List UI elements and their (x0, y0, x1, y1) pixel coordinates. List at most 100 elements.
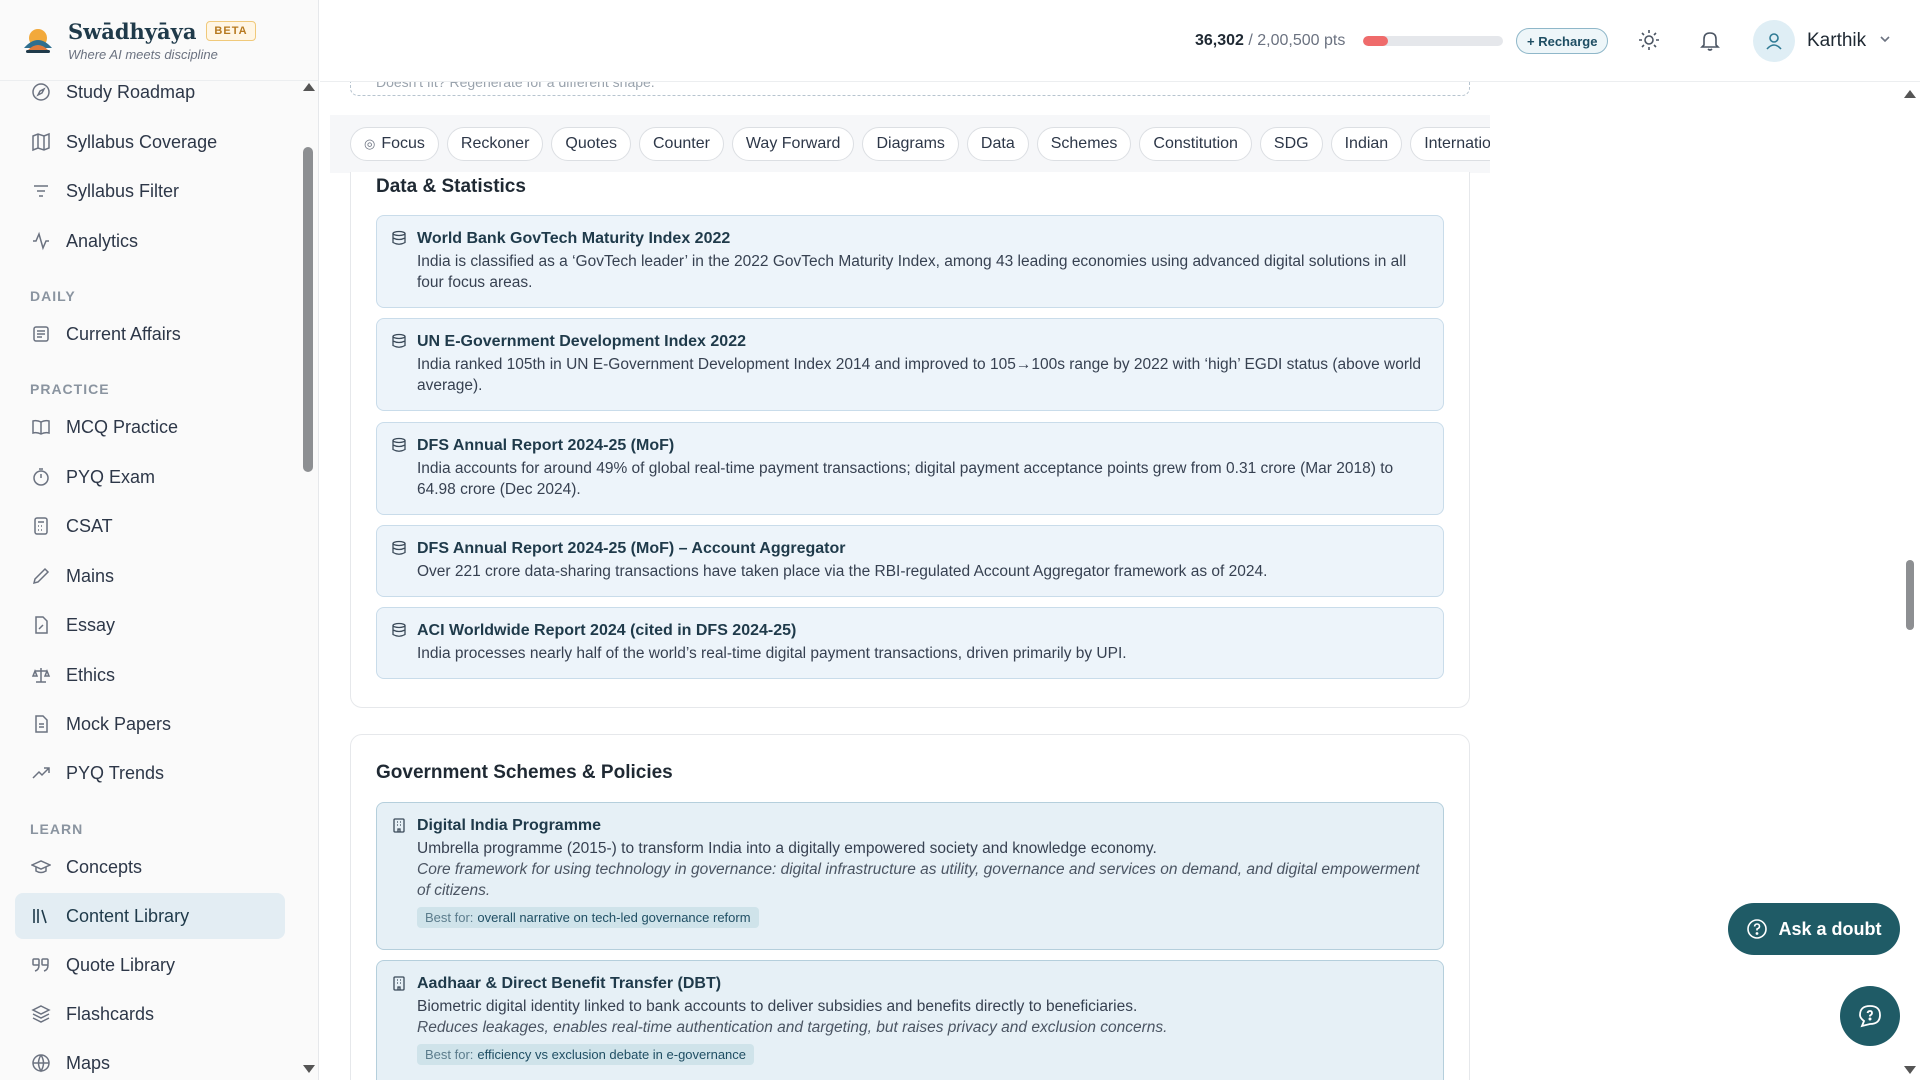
best-for-value: overall narrative on tech-led governance… (477, 910, 751, 925)
data-item-title: DFS Annual Report 2024-25 (MoF) (417, 437, 675, 454)
focus-icon: ◎ (364, 136, 376, 151)
sidebar-item-label: Mains (66, 565, 115, 586)
tab-international[interactable]: International (1410, 127, 1490, 161)
page-scroll-up-arrow-icon[interactable] (1904, 90, 1916, 98)
scheme-item-text: Biometric digital identity linked to ban… (417, 998, 1138, 1015)
sidebar-item-concepts[interactable]: Concepts (15, 844, 285, 890)
graduation-cap-icon (30, 856, 52, 878)
library-icon (30, 905, 52, 927)
sidebar-item-label: Maps (66, 1052, 111, 1073)
data-item-text: India processes nearly half of the world… (417, 645, 1127, 662)
tab-way-forward[interactable]: Way Forward (731, 127, 855, 161)
file-text-icon (30, 713, 52, 735)
sidebar-item-mains[interactable]: Mains (15, 553, 285, 599)
schemes-title: Government Schemes & Policies (376, 762, 673, 783)
sidebar-item-quote-library[interactable]: Quote Library (15, 942, 285, 988)
data-item-text: Over 221 crore data-sharing transactions… (417, 563, 1268, 580)
layers-icon (30, 1003, 52, 1025)
scheme-item-note: Core framework for using technology in g… (417, 861, 1420, 899)
sidebar-item-csat[interactable]: CSAT (15, 503, 285, 549)
sidebar-item-label: PYQ Exam (66, 466, 156, 487)
chat-button[interactable] (1840, 986, 1900, 1046)
globe-icon (30, 1052, 52, 1074)
points-total: / 2,00,500 pts (1248, 32, 1346, 49)
avatar (1753, 20, 1795, 62)
tab-diagrams[interactable]: Diagrams (862, 127, 959, 161)
points-progress-bar (1363, 36, 1503, 46)
chevron-down-icon (1878, 32, 1892, 51)
user-name: Karthik (1807, 30, 1867, 51)
sidebar-item-mock-papers[interactable]: Mock Papers (15, 701, 285, 747)
scale-icon (30, 664, 52, 686)
sidebar-item-label: Concepts (66, 856, 143, 877)
tab-quotes[interactable]: Quotes (551, 127, 631, 161)
book-open-icon (30, 416, 52, 438)
sidebar-scrollbar-thumb[interactable] (303, 147, 313, 472)
sidebar-item-content-library[interactable]: Content Library (15, 893, 285, 939)
tab-counter[interactable]: Counter (639, 127, 724, 161)
sidebar-item-pyq-trends[interactable]: PYQ Trends (15, 750, 285, 796)
data-item: UN E-Government Development Index 2022 I… (376, 318, 1444, 411)
user-menu[interactable]: Karthik (1753, 20, 1892, 62)
sidebar-item-flashcards[interactable]: Flashcards (15, 991, 285, 1037)
best-for-value: efficiency vs exclusion debate in e-gove… (477, 1047, 747, 1062)
ask-doubt-label: Ask a doubt (1778, 918, 1882, 939)
tab-schemes[interactable]: Schemes (1036, 127, 1132, 161)
sidebar-item-maps[interactable]: Maps (15, 1040, 285, 1080)
sidebar-item-label: Mock Papers (66, 713, 172, 734)
tab-constitution[interactable]: Constitution (1139, 127, 1252, 161)
database-icon (392, 333, 406, 348)
sidebar-item-ethics[interactable]: Ethics (15, 652, 285, 698)
beta-badge: BETA (206, 21, 256, 41)
sidebar-item-label: Quote Library (66, 954, 176, 975)
sidebar-item-current-affairs[interactable]: Current Affairs (15, 311, 285, 357)
sidebar-item-label: Ethics (66, 664, 116, 685)
user-icon (1766, 33, 1782, 50)
sidebar-item-label: Syllabus Coverage (66, 131, 218, 152)
sidebar-item-syllabus-filter[interactable]: Syllabus Filter (15, 168, 285, 214)
points-progress-fill (1363, 36, 1389, 46)
sidebar-item-pyq-exam[interactable]: PYQ Exam (15, 454, 285, 500)
database-icon (392, 437, 406, 452)
tab-focus[interactable]: ◎ Focus (350, 127, 439, 161)
sidebar-item-label: CSAT (66, 515, 113, 536)
page-scroll-down-arrow-icon[interactable] (1904, 1066, 1916, 1074)
sidebar-item-analytics[interactable]: Analytics (15, 218, 285, 264)
regenerate-hint: Doesn't fit? Regenerate for a different … (376, 82, 655, 90)
sidebar-item-essay[interactable]: Essay (15, 602, 285, 648)
data-item-title: DFS Annual Report 2024-25 (MoF) – Accoun… (417, 540, 846, 557)
tab-sdg[interactable]: SDG (1259, 127, 1323, 161)
sidebar-item-label: Analytics (66, 230, 139, 251)
quote-icon (30, 954, 52, 976)
sidebar-item-label: Current Affairs (66, 323, 181, 344)
best-for-tag: Best for: overall narrative on tech-led g… (417, 907, 759, 928)
ask-doubt-button[interactable]: Ask a doubt (1728, 903, 1900, 955)
database-icon (392, 230, 406, 245)
recharge-button[interactable]: + Recharge (1516, 28, 1609, 54)
points-current: 36,302 (1195, 32, 1244, 49)
data-item-text: India ranked 105th in UN E-Government De… (417, 356, 1422, 394)
brand[interactable]: Swādhyāya BETA Where AI meets discipline (0, 0, 318, 81)
sidebar-item-label: Flashcards (66, 1003, 155, 1024)
sidebar-nav: Study Roadmap Syllabus Coverage Syllabus… (0, 81, 300, 1080)
sidebar-item-syllabus-coverage[interactable]: Syllabus Coverage (15, 119, 285, 165)
tab-data[interactable]: Data (966, 127, 1029, 161)
data-item: DFS Annual Report 2024-25 (MoF) India ac… (376, 422, 1444, 515)
scroll-up-arrow-icon[interactable] (303, 83, 315, 91)
data-item-title: ACI Worldwide Report 2024 (cited in DFS … (417, 622, 797, 639)
page-scrollbar-thumb[interactable] (1906, 560, 1914, 630)
notification-bell-icon[interactable] (1696, 26, 1724, 54)
sidebar-item-label: MCQ Practice (66, 416, 179, 437)
best-for-tag: Best for: efficiency vs exclusion debate … (417, 1044, 755, 1065)
best-for-label: Best for: (425, 910, 474, 925)
file-pen-icon (30, 614, 52, 636)
scroll-down-arrow-icon[interactable] (303, 1065, 315, 1073)
tab-reckoner[interactable]: Reckoner (446, 127, 544, 161)
sidebar-item-study-roadmap[interactable]: Study Roadmap (15, 81, 285, 115)
scheme-item-text: Umbrella programme (2015-) to transform … (417, 840, 1157, 857)
data-item: World Bank GovTech Maturity Index 2022 I… (376, 215, 1444, 308)
sidebar-item-mcq-practice[interactable]: MCQ Practice (15, 404, 285, 450)
theme-toggle-sun-icon[interactable] (1635, 26, 1663, 54)
section-label-learn: LEARN (30, 821, 84, 837)
tab-indian[interactable]: Indian (1330, 127, 1403, 161)
